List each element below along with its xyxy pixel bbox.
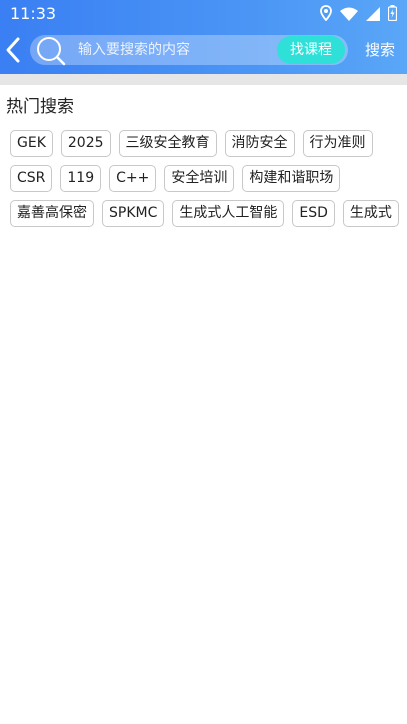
hot-search-tag[interactable]: 构建和谐职场: [242, 165, 341, 192]
hot-search-tag[interactable]: 生成式人工智能: [172, 200, 285, 227]
section-divider: [0, 74, 407, 85]
signal-icon: [366, 6, 380, 25]
hot-search-tag[interactable]: 生成式: [342, 200, 399, 227]
battery-icon: [387, 5, 398, 25]
hot-search-tag[interactable]: ESD: [292, 200, 335, 227]
header-bar: 11:33 找课程 搜索: [0, 0, 407, 74]
hot-search-tag[interactable]: 行为准则: [302, 130, 373, 157]
hot-search-tag[interactable]: 2025: [60, 130, 111, 157]
wifi-icon: [340, 6, 358, 25]
hot-search-tag[interactable]: 嘉善高保密: [10, 200, 94, 227]
location-icon: [320, 5, 332, 25]
search-button[interactable]: 搜索: [360, 36, 400, 64]
status-time: 11:33: [10, 4, 57, 23]
search-input[interactable]: [78, 35, 278, 65]
hot-search-title: 热门搜索: [6, 97, 74, 117]
hot-search-tag[interactable]: 安全培训: [164, 165, 235, 192]
status-bar: 11:33: [0, 0, 407, 28]
hot-search-tags: GEK 2025 三级安全教育 消防安全 行为准则 CSR 119 C++ 安全…: [10, 130, 402, 227]
hot-search-tag[interactable]: 三级安全教育: [118, 130, 217, 157]
hot-search-tag[interactable]: 消防安全: [224, 130, 295, 157]
hot-search-tag[interactable]: SPKMC: [102, 200, 165, 227]
find-course-button[interactable]: 找课程: [277, 36, 345, 64]
chevron-left-icon: [6, 37, 20, 63]
search-icon: [36, 36, 66, 66]
hot-search-tag[interactable]: C++: [109, 165, 157, 192]
status-icons: [320, 5, 398, 25]
hot-search-tag[interactable]: GEK: [10, 130, 53, 157]
hot-search-tag[interactable]: CSR: [10, 165, 53, 192]
back-button[interactable]: [2, 36, 26, 64]
hot-search-tag[interactable]: 119: [60, 165, 102, 192]
